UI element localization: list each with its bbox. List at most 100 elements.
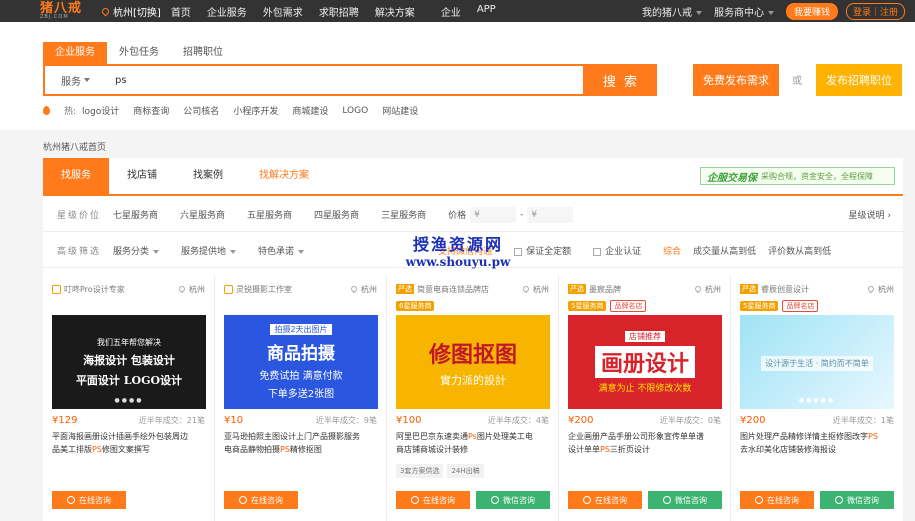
- chat-icon: [583, 496, 591, 504]
- wechat-consult-button[interactable]: 微信咨询: [648, 491, 722, 509]
- watermark: 授渔资源网 www.shouyu.pw: [405, 235, 511, 269]
- chat-icon: [755, 496, 763, 504]
- nav-home[interactable]: 首页: [171, 4, 191, 19]
- earn-money-button[interactable]: 我要赚钱: [785, 2, 838, 20]
- service-title[interactable]: 图片处理产品精修详情主抠修图改字PS 去水印美化店铺装修海报设: [740, 430, 894, 458]
- sales-count: 近半年成交：1笔: [832, 416, 894, 425]
- or-text: 或: [792, 76, 802, 87]
- price: ¥100: [396, 415, 422, 426]
- provider-center-link[interactable]: 服务商中心: [714, 4, 774, 19]
- service-image[interactable]: 拍摄2天出图片 商品拍摄 免费试拍 满意付款 下单多送2张图: [224, 315, 378, 409]
- post-job-button[interactable]: 发布招聘职位: [816, 64, 902, 96]
- trade-guarantee-banner[interactable]: 企服交易保 采购合规，资金安全，全程保障: [700, 167, 895, 185]
- shop-name[interactable]: 叮咚Pro设计专家: [64, 284, 125, 295]
- tab-find-solution[interactable]: 找解决方案: [241, 158, 327, 194]
- tab-outsourcing-task[interactable]: 外包任务: [107, 42, 171, 64]
- chevron-down-icon: [695, 10, 702, 15]
- level-six-star[interactable]: 六星服务商: [180, 208, 225, 221]
- free-post-demand-button[interactable]: 免费发布需求: [693, 64, 779, 96]
- breadcrumb[interactable]: 杭州猪八戒首页: [43, 140, 106, 153]
- shop-name[interactable]: 灵锐摄影工作室: [236, 284, 292, 295]
- service-image[interactable]: 修图抠图 實力派的設計: [396, 315, 550, 409]
- shop-name[interactable]: 墨宸品牌: [589, 284, 621, 295]
- level-four-star[interactable]: 四星服务商: [314, 208, 359, 221]
- tab-find-case[interactable]: 找案例: [175, 158, 241, 194]
- strict-select-badge: 严选: [396, 284, 414, 294]
- sort-comprehensive[interactable]: 综合: [663, 244, 681, 257]
- price: ¥200: [568, 415, 594, 426]
- wechat-consult-button[interactable]: 微信咨询: [820, 491, 894, 509]
- shop-name[interactable]: 睿辰创意设计: [761, 284, 809, 295]
- price-min-input[interactable]: ¥: [470, 206, 517, 223]
- enterprise-cert-checkbox[interactable]: 企业认证: [593, 244, 641, 257]
- login-register-button[interactable]: 登录｜注册: [845, 2, 905, 20]
- zbj-logo[interactable]: 猪八戒 ZBJ.COM: [40, 2, 92, 20]
- service-title[interactable]: 亚马逊拍照主图设计上门产品摄影服务 电商品静物拍摄PS精修抠图: [224, 430, 377, 458]
- carousel-dots[interactable]: ●●●●●: [740, 397, 894, 404]
- brand-shop-badge: 品牌名店: [610, 300, 647, 312]
- service-image[interactable]: 设计源于生活 · 简约而不简单 ●●●●●: [740, 315, 894, 409]
- search-input[interactable]: [115, 74, 555, 86]
- service-category-dropdown[interactable]: 服务分类: [113, 244, 160, 257]
- hot-item[interactable]: 商城建设: [292, 104, 328, 117]
- flame-icon: [43, 106, 50, 115]
- my-zbj-link[interactable]: 我的猪八戒: [642, 4, 702, 19]
- online-consult-button[interactable]: 在线咨询: [224, 491, 298, 509]
- price-max-input[interactable]: ¥: [527, 206, 574, 223]
- tab-find-shop[interactable]: 找店铺: [109, 158, 175, 194]
- hot-item[interactable]: logo设计: [82, 104, 119, 117]
- online-consult-button[interactable]: 在线咨询: [396, 491, 470, 509]
- online-consult-button[interactable]: 在线咨询: [740, 491, 814, 509]
- star-level-badge: 5星服务商: [740, 301, 779, 311]
- service-title[interactable]: 平面海报画册设计插画手绘外包装周边 品美工排版PS修图文案撰写: [52, 430, 205, 458]
- nav-jobs[interactable]: 求职招聘: [319, 4, 359, 19]
- service-card[interactable]: 灵锐摄影工作室 杭州 拍摄2天出图片 商品拍摄 免费试拍 满意付款 下单多送2张图…: [215, 275, 387, 521]
- location-pin-icon: [693, 284, 703, 294]
- service-card[interactable]: 叮咚Pro设计专家 杭州 我们五年帮您解决 海报设计 包装设计 平面设计 LOGO…: [43, 275, 215, 521]
- level-filter-row: 星级价位 七星服务商 六星服务商 五星服务商 四星服务商 三星服务商 价格 ¥ …: [43, 198, 903, 232]
- hot-item[interactable]: 网站建设: [382, 104, 418, 117]
- service-card[interactable]: 严选 简意电商连锁品牌店 杭州 6星服务商 修图抠图 實力派的設計 ¥100 近半年成…: [387, 275, 559, 521]
- tab-job-post[interactable]: 招聘职位: [171, 42, 235, 64]
- nav-enterprise[interactable]: 企业: [441, 4, 461, 19]
- nav-outsourcing[interactable]: 外包需求: [263, 4, 303, 19]
- tab-find-service[interactable]: 找服务: [43, 158, 109, 194]
- online-consult-button[interactable]: 在线咨询: [52, 491, 126, 509]
- sort-volume[interactable]: 成交量从高到低: [693, 244, 756, 257]
- level-five-star[interactable]: 五星服务商: [247, 208, 292, 221]
- nav-enterprise-service[interactable]: 企业服务: [207, 4, 247, 19]
- sales-count: 近半年成交：9笔: [315, 416, 377, 425]
- sales-count: 近半年成交：0笔: [659, 416, 721, 425]
- level-three-star[interactable]: 三星服务商: [381, 208, 426, 221]
- search-type-select[interactable]: 服务: [45, 73, 115, 88]
- service-card[interactable]: 严选 睿辰创意设计 杭州 5星服务商 品牌名店 设计源于生活 · 简约而不简单 ●●●…: [731, 275, 903, 521]
- tab-enterprise-service[interactable]: 企业服务: [43, 42, 107, 64]
- nav-app[interactable]: APP: [477, 4, 496, 19]
- search-header: 企业服务 外包任务 招聘职位 服务 搜 索 免费发布需求 或 发布招聘职位 热:…: [0, 22, 915, 130]
- chevron-down-icon: [84, 78, 90, 82]
- nav-solutions[interactable]: 解决方案: [375, 4, 415, 19]
- service-card[interactable]: 严选 墨宸品牌 杭州 5星服务商 品牌名店 店铺推荐 画册设计 满意为止 不限修改次数…: [559, 275, 731, 521]
- wechat-consult-button[interactable]: 微信咨询: [476, 491, 550, 509]
- hot-searches: 热: logo设计 商标查询 公司核名 小程序开发 商城建设 LOGO 网站建设: [43, 104, 432, 117]
- online-consult-button[interactable]: 在线咨询: [568, 491, 642, 509]
- level-seven-star[interactable]: 七星服务商: [113, 208, 158, 221]
- service-title[interactable]: 企业画册产品手册公司形象宣传单单谱 设计单单PS三折页设计: [568, 430, 721, 458]
- level-explain-link[interactable]: 星级说明 ›: [849, 208, 891, 221]
- service-image[interactable]: 店铺推荐 画册设计 满意为止 不限修改次数: [568, 315, 722, 409]
- special-promise-dropdown[interactable]: 特色承诺: [258, 244, 305, 257]
- hot-item[interactable]: 小程序开发: [233, 104, 278, 117]
- hot-item[interactable]: LOGO: [342, 106, 368, 116]
- service-image[interactable]: 我们五年帮您解决 海报设计 包装设计 平面设计 LOGO设计 ●●●●: [52, 315, 206, 409]
- shop-name[interactable]: 简意电商连锁品牌店: [417, 284, 489, 295]
- search-button[interactable]: 搜 索: [585, 64, 657, 96]
- location-pin-icon: [866, 284, 876, 294]
- hot-item[interactable]: 公司核名: [183, 104, 219, 117]
- service-title[interactable]: 阿里巴巴京东速卖通Ps图片处理美工电 商店铺商城设计装修: [396, 430, 549, 458]
- shop-icon: [52, 284, 61, 294]
- sort-reviews[interactable]: 评价数从高到低: [768, 244, 831, 257]
- hot-item[interactable]: 商标查询: [133, 104, 169, 117]
- provider-location-dropdown[interactable]: 服务提供地: [181, 244, 237, 257]
- city-switch[interactable]: 杭州[切换]: [100, 4, 161, 19]
- carousel-dots[interactable]: ●●●●: [52, 397, 206, 404]
